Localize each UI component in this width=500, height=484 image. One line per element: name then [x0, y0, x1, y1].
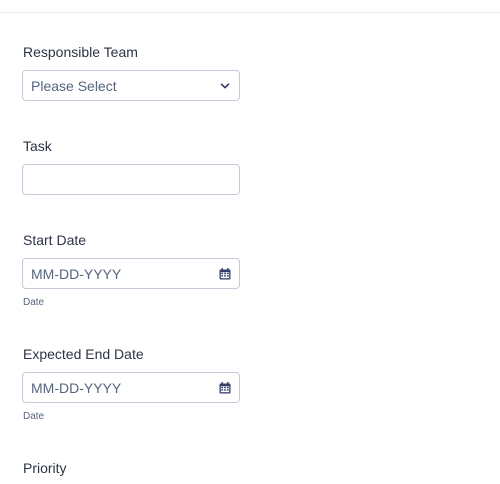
expected-end-date-input[interactable]: MM-DD-YYYY	[22, 372, 240, 403]
priority-field: Priority	[23, 460, 323, 476]
responsible-team-selected-value: Please Select	[31, 78, 117, 94]
calendar-icon[interactable]	[211, 373, 239, 402]
responsible-team-field: Responsible Team Please Select	[22, 44, 323, 101]
start-date-label: Start Date	[23, 232, 87, 248]
responsible-team-select[interactable]: Please Select	[22, 70, 240, 101]
task-input[interactable]	[22, 164, 240, 195]
start-date-sublabel: Date	[23, 297, 45, 308]
start-date-field: Start Date MM-DD-YYYY Date	[22, 232, 323, 308]
start-date-input[interactable]: MM-DD-YYYY	[22, 258, 240, 289]
expected-end-date-field: Expected End Date MM-DD-YYYY Date	[22, 346, 323, 422]
chevron-down-icon	[211, 71, 239, 100]
calendar-icon[interactable]	[211, 259, 239, 288]
task-label: Task	[23, 138, 52, 154]
top-divider	[0, 12, 500, 13]
task-field: Task	[22, 138, 323, 195]
expected-end-date-placeholder: MM-DD-YYYY	[31, 380, 122, 396]
expected-end-date-label: Expected End Date	[23, 346, 144, 362]
responsible-team-label: Responsible Team	[23, 44, 138, 60]
start-date-placeholder: MM-DD-YYYY	[31, 266, 122, 282]
expected-end-date-sublabel: Date	[23, 411, 45, 422]
priority-label: Priority	[23, 460, 67, 476]
